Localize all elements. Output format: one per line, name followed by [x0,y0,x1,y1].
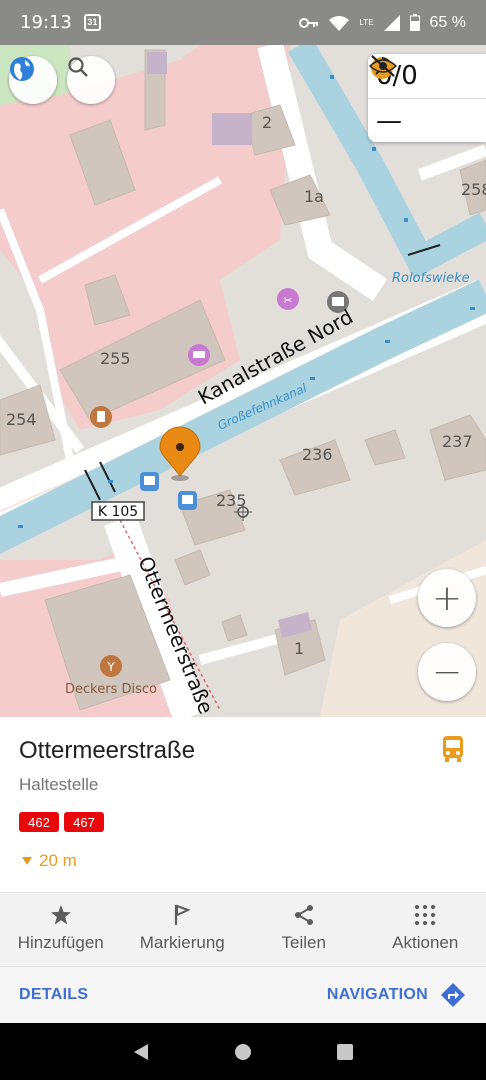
bottom-bar: DETAILS NAVIGATION [0,966,486,1023]
hidden-row[interactable]: — [368,55,486,142]
share-icon [294,905,313,925]
status-bar: 19:13 31 LTE 65 % [0,0,486,45]
distance-value: 20 m [39,851,77,870]
battery-icon [409,14,420,31]
poi-info-panel[interactable]: Ottermeerstraße Haltestelle 462 467 20 m [0,717,486,892]
direction-arrow-icon [22,857,32,865]
search-button[interactable] [67,56,115,104]
svg-text:✂: ✂ [283,294,292,307]
hidden-value: — [376,105,402,136]
house-number: 255 [100,349,131,368]
action-bar: Hinzufügen Markierung Teilen Aktionen [0,892,486,966]
house-number: 258 [461,180,486,199]
action-label: Teilen [281,933,326,952]
house-number: 2 [262,113,272,132]
directions-icon [441,983,465,1007]
house-number: 1 [294,639,304,658]
recents-icon[interactable] [336,1043,354,1061]
system-navigation-bar [0,1023,486,1080]
zoom-in-button[interactable]: + [418,569,476,627]
route-badges: 462 467 [19,812,104,832]
more-actions-button[interactable]: Aktionen [365,893,486,966]
status-icons: LTE 65 % [299,14,466,32]
house-number: 254 [6,410,37,429]
network-type: LTE [359,18,374,27]
house-number: 237 [442,432,473,451]
action-label: Hinzufügen [17,933,104,952]
share-button[interactable]: Teilen [243,893,365,966]
marker-button[interactable]: Markierung [122,893,244,966]
flag-icon [175,904,191,925]
poi-title: Ottermeerstraße [19,737,196,764]
wifi-icon [329,15,350,31]
signal-icon [383,14,400,31]
key-icon [299,17,319,28]
map-canvas[interactable]: ✂ Y K 105 Kanalstraße Nord Ottermeerstra… [0,45,486,717]
road-ref-label: K 105 [98,504,138,520]
map-view[interactable]: ✂ Y K 105 Kanalstraße Nord Ottermeerstra… [0,45,486,717]
house-number: 1a [304,187,324,206]
star-icon [50,905,71,925]
home-icon[interactable] [234,1043,252,1061]
navigation-label: NAVIGATION [326,986,428,1003]
map-style-button[interactable] [9,56,57,104]
house-number: 235 [216,491,247,510]
svg-text:Y: Y [106,660,115,674]
navigation-button[interactable]: NAVIGATION [327,982,466,1008]
rolfswieke-label: Rolofswieke [392,271,470,286]
clock: 19:13 [20,12,72,33]
details-button[interactable]: DETAILS [19,986,88,1004]
action-label: Aktionen [392,933,459,952]
grid-dots-icon [415,905,436,925]
bus-icon [440,735,466,768]
globe-icon [10,57,34,81]
gps-info-widget[interactable]: 0/0 — [368,54,486,142]
zoom-out-button[interactable]: − [418,643,476,701]
add-favorite-button[interactable]: Hinzufügen [0,893,122,966]
eye-off-icon [368,55,398,77]
calendar-icon: 31 [83,14,101,31]
search-icon [68,57,88,77]
battery-percent: 65 % [429,13,466,31]
poi-subtitle: Haltestelle [19,775,99,794]
back-icon[interactable] [132,1043,150,1061]
distance-indicator: 20 m [21,851,77,871]
house-number: 236 [302,445,333,464]
venue-label: Deckers Disco [65,682,157,697]
action-label: Markierung [139,933,225,952]
route-badge[interactable]: 462 [19,812,59,832]
route-badge[interactable]: 467 [64,812,104,832]
